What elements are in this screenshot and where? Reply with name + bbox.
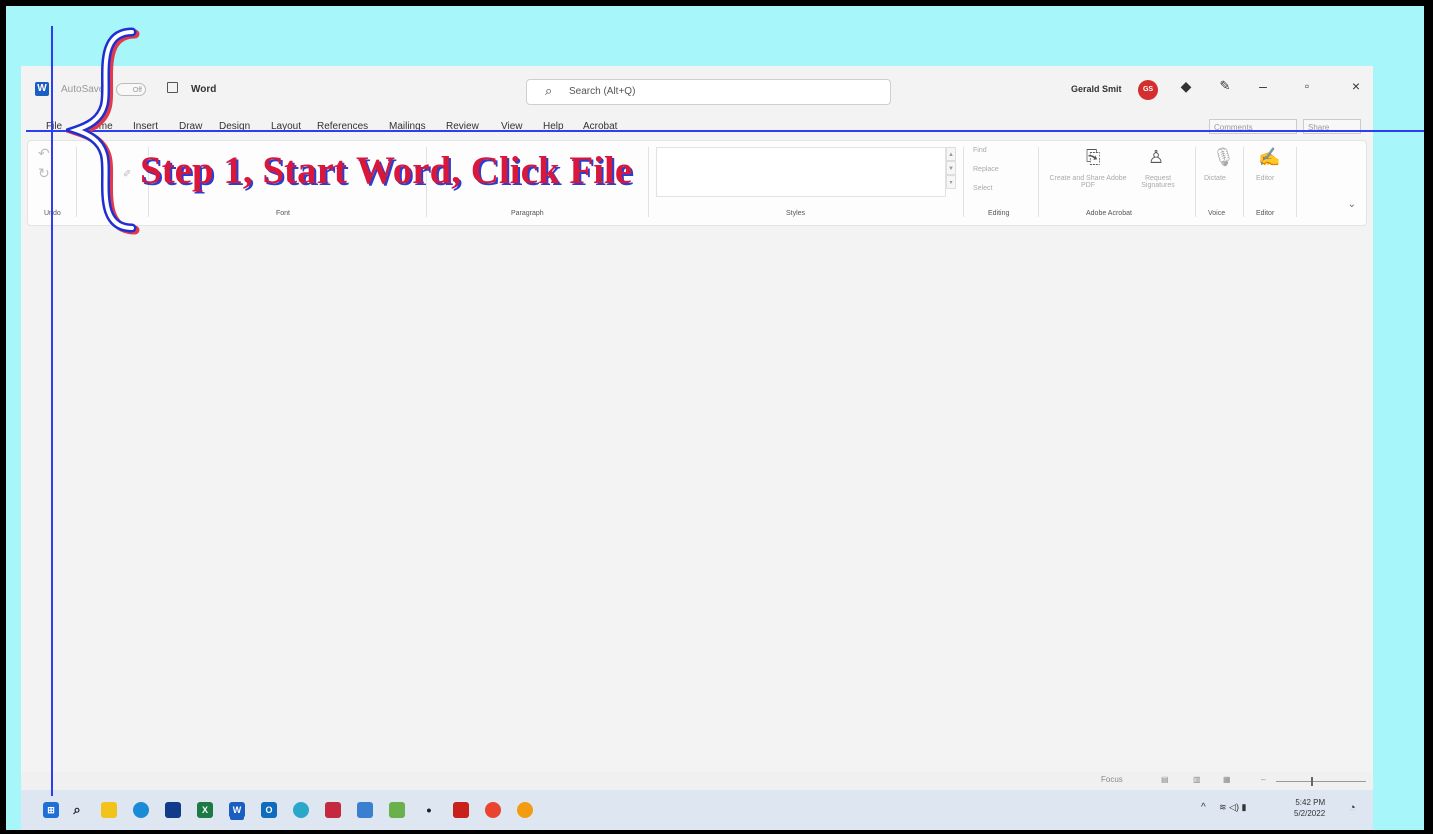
editor-pen-icon[interactable]: ✍ <box>1258 147 1280 168</box>
group-separator <box>1038 147 1039 217</box>
request-signatures-icon[interactable]: ♙ <box>1148 147 1164 168</box>
slide-frame: W AutoSave Off Word ⌕ Search (Alt+Q) Ger… <box>6 6 1424 830</box>
select-button[interactable]: Select <box>973 185 992 192</box>
group-label-paragraph: Paragraph <box>511 210 544 217</box>
notepad-icon[interactable] <box>357 802 373 818</box>
acrobat-icon[interactable] <box>453 802 469 818</box>
dictate-button[interactable]: Dictate <box>1204 175 1226 182</box>
outlook-icon[interactable]: O <box>261 802 277 818</box>
group-separator <box>963 147 964 217</box>
start-icon[interactable]: ⊞ <box>43 802 59 818</box>
word-logo-icon: W <box>35 82 49 96</box>
group-label-adobe-acrobat: Adobe Acrobat <box>1086 210 1132 217</box>
group-separator <box>648 147 649 217</box>
taskbar: ⊞ ⌕ X W O • ^ ≋ ◁) ▮ 5:42 PM 5/2/2022 ◔ <box>21 790 1373 830</box>
print-layout-icon[interactable]: ▥ <box>1193 775 1201 784</box>
read-mode-icon[interactable]: ▤ <box>1161 775 1169 784</box>
group-label-font: Font <box>276 210 291 217</box>
styles-more[interactable]: ▾ <box>946 175 956 189</box>
styles-scroll-down[interactable]: ▼ <box>946 161 956 175</box>
minimize-button[interactable]: – <box>1253 78 1273 94</box>
save-icon[interactable] <box>167 82 178 93</box>
document-area[interactable] <box>21 232 1373 770</box>
search-placeholder: Search (Alt+Q) <box>569 86 636 97</box>
word-icon[interactable]: W <box>229 802 245 818</box>
edge-icon[interactable] <box>133 802 149 818</box>
clock-time: 5:42 PM <box>1295 798 1326 807</box>
store-icon[interactable] <box>165 802 181 818</box>
group-label-editing: Editing <box>988 210 1010 217</box>
group-separator <box>1195 147 1196 217</box>
annotation-vertical-line <box>51 26 53 796</box>
collapse-ribbon-chevron-icon[interactable]: ⌄ <box>1348 199 1356 210</box>
microphone-icon[interactable]: 🎙 <box>1212 147 1235 168</box>
document-title: Word <box>191 84 217 95</box>
undo-icon[interactable]: ↶ <box>38 145 50 162</box>
clock[interactable]: 5:42 PM 5/2/2022 <box>1294 797 1325 819</box>
diamond-icon[interactable]: ◆ <box>1176 78 1196 95</box>
editor-button[interactable]: Editor <box>1256 175 1274 182</box>
clock-date: 5/2/2022 <box>1294 809 1326 818</box>
redo-icon[interactable]: ↻ <box>38 165 50 182</box>
file-explorer-icon[interactable] <box>101 802 117 818</box>
avatar[interactable]: GS <box>1138 80 1158 100</box>
group-label-voice: Voice <box>1208 210 1226 217</box>
web-layout-icon[interactable]: ▦ <box>1223 775 1231 784</box>
photos-icon[interactable] <box>293 802 309 818</box>
pen-icon[interactable]: ✎ <box>1215 78 1235 94</box>
request-signatures-button[interactable]: Request Signatures <box>1133 175 1183 189</box>
create-share-pdf-button[interactable]: Create and Share Adobe PDF <box>1048 175 1128 189</box>
replace-button[interactable]: Replace <box>973 166 999 173</box>
zoom-slider-thumb[interactable] <box>1311 777 1313 786</box>
zoom-out-icon[interactable]: – <box>1261 775 1265 784</box>
ribbon-tabs: File Home Insert Draw Design Layout Refe… <box>21 118 1373 136</box>
group-label-editor: Editor <box>1256 210 1275 217</box>
restore-button[interactable]: ▫ <box>1297 79 1317 93</box>
network-volume-battery-icons[interactable]: ≋ ◁) ▮ <box>1219 802 1246 813</box>
tray-chevron-icon[interactable]: ^ <box>1201 802 1206 813</box>
user-name[interactable]: Gerald Smit <box>1071 84 1122 94</box>
create-pdf-icon[interactable]: ⎘ <box>1086 147 1100 168</box>
styles-gallery[interactable] <box>656 147 946 197</box>
group-separator <box>1243 147 1244 217</box>
annotation-brace <box>66 27 140 235</box>
notification-icon[interactable]: ◔ <box>1349 802 1356 814</box>
zoom-slider[interactable] <box>1276 781 1366 782</box>
image-viewer-icon[interactable] <box>389 802 405 818</box>
title-bar: W AutoSave Off Word ⌕ Search (Alt+Q) Ger… <box>21 66 1373 114</box>
group-separator <box>1296 147 1297 217</box>
app-icon[interactable] <box>325 802 341 818</box>
excel-icon[interactable]: X <box>197 802 213 818</box>
search-input[interactable]: ⌕ Search (Alt+Q) <box>526 79 891 105</box>
dot-icon[interactable]: • <box>421 802 437 818</box>
app-circle-icon[interactable] <box>517 802 533 818</box>
focus-button[interactable]: Focus <box>1101 775 1123 784</box>
group-label-styles: Styles <box>786 210 806 217</box>
search-icon[interactable]: ⌕ <box>69 802 85 818</box>
status-bar: Focus ▤ ▥ ▦ – <box>21 772 1373 790</box>
styles-scroll-up[interactable]: ▲ <box>946 147 956 161</box>
chrome-icon[interactable] <box>485 802 501 818</box>
annotation-horizontal-line <box>26 130 1424 132</box>
find-button[interactable]: Find <box>973 147 987 154</box>
step-caption: Step 1, Start Word, Click File <box>140 149 633 192</box>
search-icon: ⌕ <box>545 83 553 98</box>
close-button[interactable]: × <box>1346 78 1366 94</box>
